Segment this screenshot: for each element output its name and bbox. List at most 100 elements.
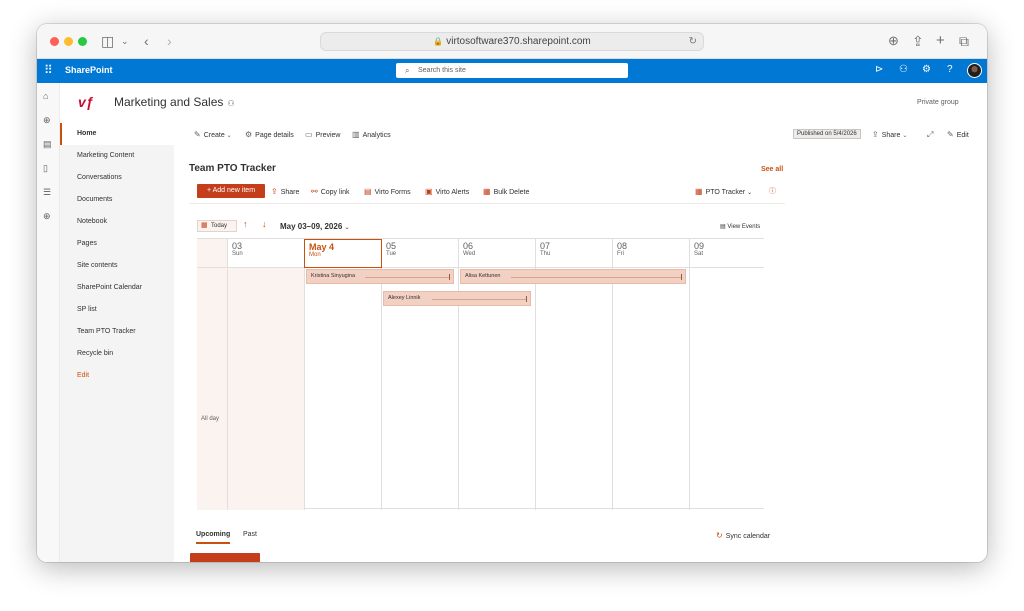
sidebar-icon[interactable]: ◫: [101, 32, 114, 50]
address-bar[interactable]: 🔒 virtosoftware370.sharepoint.com ↻: [320, 32, 704, 51]
forms-icon: ▤: [364, 187, 372, 196]
page-edit-button[interactable]: ✎ Edit: [947, 130, 969, 141]
day-weekday: Mon: [309, 252, 321, 258]
day-number: 07: [540, 241, 551, 251]
search-input[interactable]: ⌕ Search this site: [396, 63, 628, 78]
day-column-sat[interactable]: [690, 268, 764, 510]
gear-icon[interactable]: ⚙: [922, 64, 931, 75]
today-button[interactable]: ▦ Today: [197, 220, 237, 232]
new-tab-icon[interactable]: +: [936, 32, 945, 50]
sync-calendar-button[interactable]: ↻ Sync calendar: [716, 531, 770, 540]
page-details-button[interactable]: ⚙ Page details: [245, 130, 294, 141]
nav-edit-link[interactable]: Edit: [60, 365, 174, 387]
see-all-link[interactable]: See all: [761, 166, 783, 173]
virto-alerts-button[interactable]: ▣ Virto Alerts: [425, 187, 469, 197]
day-column-fri[interactable]: [613, 268, 690, 510]
tab-upcoming[interactable]: Upcoming: [196, 531, 231, 544]
event-alisa-kettunen[interactable]: Alisa Kettunen: [460, 269, 686, 284]
day-column-mon[interactable]: [305, 268, 382, 510]
create-icon[interactable]: ⊕: [43, 211, 51, 222]
analytics-icon: ▥: [352, 130, 360, 139]
upcoming-event-button[interactable]: [190, 553, 260, 562]
reload-icon[interactable]: ↻: [689, 33, 697, 50]
globe-icon[interactable]: ⊕: [43, 115, 51, 126]
app-launcher-icon[interactable]: ⠿: [44, 63, 53, 77]
previous-week-arrow-icon[interactable]: ↑: [243, 219, 248, 229]
nav-item-documents[interactable]: Documents: [60, 189, 174, 211]
day-header-fri[interactable]: 08 Fri: [613, 239, 690, 268]
webpart-title: Team PTO Tracker: [189, 163, 276, 174]
sharepoint-brand[interactable]: SharePoint: [65, 65, 113, 75]
share-icon[interactable]: ⇪: [912, 32, 924, 50]
day-header-sat[interactable]: 09 Sat: [690, 239, 764, 268]
day-weekday: Tue: [386, 251, 397, 257]
nav-item-marketing-content[interactable]: Marketing Content: [60, 145, 174, 167]
event-end-marker: [449, 274, 450, 280]
virto-forms-button[interactable]: ▤ Virto Forms: [364, 187, 411, 197]
alerts-icon: ▣: [425, 187, 433, 196]
view-selector[interactable]: ▦ PTO Tracker ⌄: [695, 187, 752, 198]
info-icon[interactable]: ⓘ: [769, 187, 776, 196]
copy-link-button[interactable]: ⚯ Copy link: [311, 187, 350, 197]
virto-alerts-label: Virto Alerts: [435, 189, 470, 196]
nav-item-site-contents[interactable]: Site contents: [60, 255, 174, 277]
event-alexey-linnik[interactable]: Alexey Linnik: [383, 291, 531, 306]
chevron-down-icon[interactable]: ⌄: [121, 32, 129, 50]
tab-past[interactable]: Past: [243, 531, 257, 542]
files-icon[interactable]: ▯: [43, 163, 48, 174]
nav-item-home[interactable]: Home: [60, 123, 174, 145]
close-window-button[interactable]: [50, 37, 59, 46]
event-kristina-sinyugina[interactable]: Kristina Sinyugina: [306, 269, 454, 284]
expand-icon[interactable]: ⤢: [927, 130, 936, 141]
day-number: 08: [617, 241, 628, 251]
webpart-share-button[interactable]: ⇪ Share: [271, 187, 299, 197]
zoom-window-button[interactable]: [78, 37, 87, 46]
site-title[interactable]: Marketing and Sales ⚇: [114, 95, 235, 109]
day-column-sun[interactable]: [228, 268, 305, 510]
date-range-selector[interactable]: May 03–09, 2026 ⌄: [280, 222, 350, 231]
analytics-button[interactable]: ▥ Analytics: [352, 130, 391, 141]
back-icon[interactable]: ‹: [144, 32, 149, 50]
day-header-mon-today[interactable]: May 4 Mon: [304, 239, 382, 268]
day-column-thu[interactable]: [536, 268, 613, 510]
avatar[interactable]: [967, 63, 982, 78]
add-new-item-button[interactable]: + Add new item: [197, 184, 265, 198]
nav-item-recycle-bin[interactable]: Recycle bin: [60, 343, 174, 365]
nav-item-sp-list[interactable]: SP list: [60, 299, 174, 321]
nav-item-pages[interactable]: Pages: [60, 233, 174, 255]
forward-icon[interactable]: ›: [167, 32, 172, 50]
page-share-button[interactable]: ⇪ Share ⌄: [872, 130, 907, 141]
preview-icon: ▭: [305, 130, 313, 139]
day-weekday: Sat: [694, 251, 704, 257]
megaphone-icon[interactable]: ⊳: [875, 64, 883, 75]
day-header-sun[interactable]: 03 Sun: [228, 239, 305, 268]
day-header-thu[interactable]: 07 Thu: [536, 239, 613, 268]
event-title: Alexey Linnik: [388, 295, 421, 301]
nav-item-notebook[interactable]: Notebook: [60, 211, 174, 233]
day-header-wed[interactable]: 06 Wed: [459, 239, 536, 268]
lists-icon[interactable]: ☰: [43, 187, 51, 198]
help-icon[interactable]: ?: [947, 64, 953, 75]
day-header-tue[interactable]: 05 Tue: [382, 239, 459, 268]
connect-icon[interactable]: ⚇: [899, 64, 908, 75]
group-icon: ⚇: [227, 99, 235, 108]
nav-item-team-pto-tracker[interactable]: Team PTO Tracker: [60, 321, 174, 343]
published-badge: Published on 5/4/2026: [793, 129, 861, 139]
copy-link-label: Copy link: [320, 189, 350, 196]
download-icon[interactable]: ⊕: [888, 32, 899, 50]
view-events-button[interactable]: ▤ View Events: [720, 223, 760, 230]
gear-icon: ⚙: [245, 130, 253, 139]
tabs-icon[interactable]: ⧉: [959, 32, 969, 50]
expand-glyph: ⤢: [927, 130, 934, 139]
home-icon[interactable]: ⌂: [43, 91, 48, 101]
site-logo[interactable]: ᴠƒ: [78, 94, 94, 110]
nav-item-conversations[interactable]: Conversations: [60, 167, 174, 189]
preview-button[interactable]: ▭ Preview: [305, 130, 340, 141]
next-week-arrow-icon[interactable]: ↓: [262, 219, 267, 229]
minimize-window-button[interactable]: [64, 37, 73, 46]
nav-item-sharepoint-calendar[interactable]: SharePoint Calendar: [60, 277, 174, 299]
news-icon[interactable]: ▤: [43, 139, 52, 150]
create-button[interactable]: ✎ Create ⌄: [194, 130, 232, 141]
view-events-label: View Events: [727, 224, 761, 230]
bulk-delete-button[interactable]: ▦ Bulk Delete: [483, 187, 529, 197]
